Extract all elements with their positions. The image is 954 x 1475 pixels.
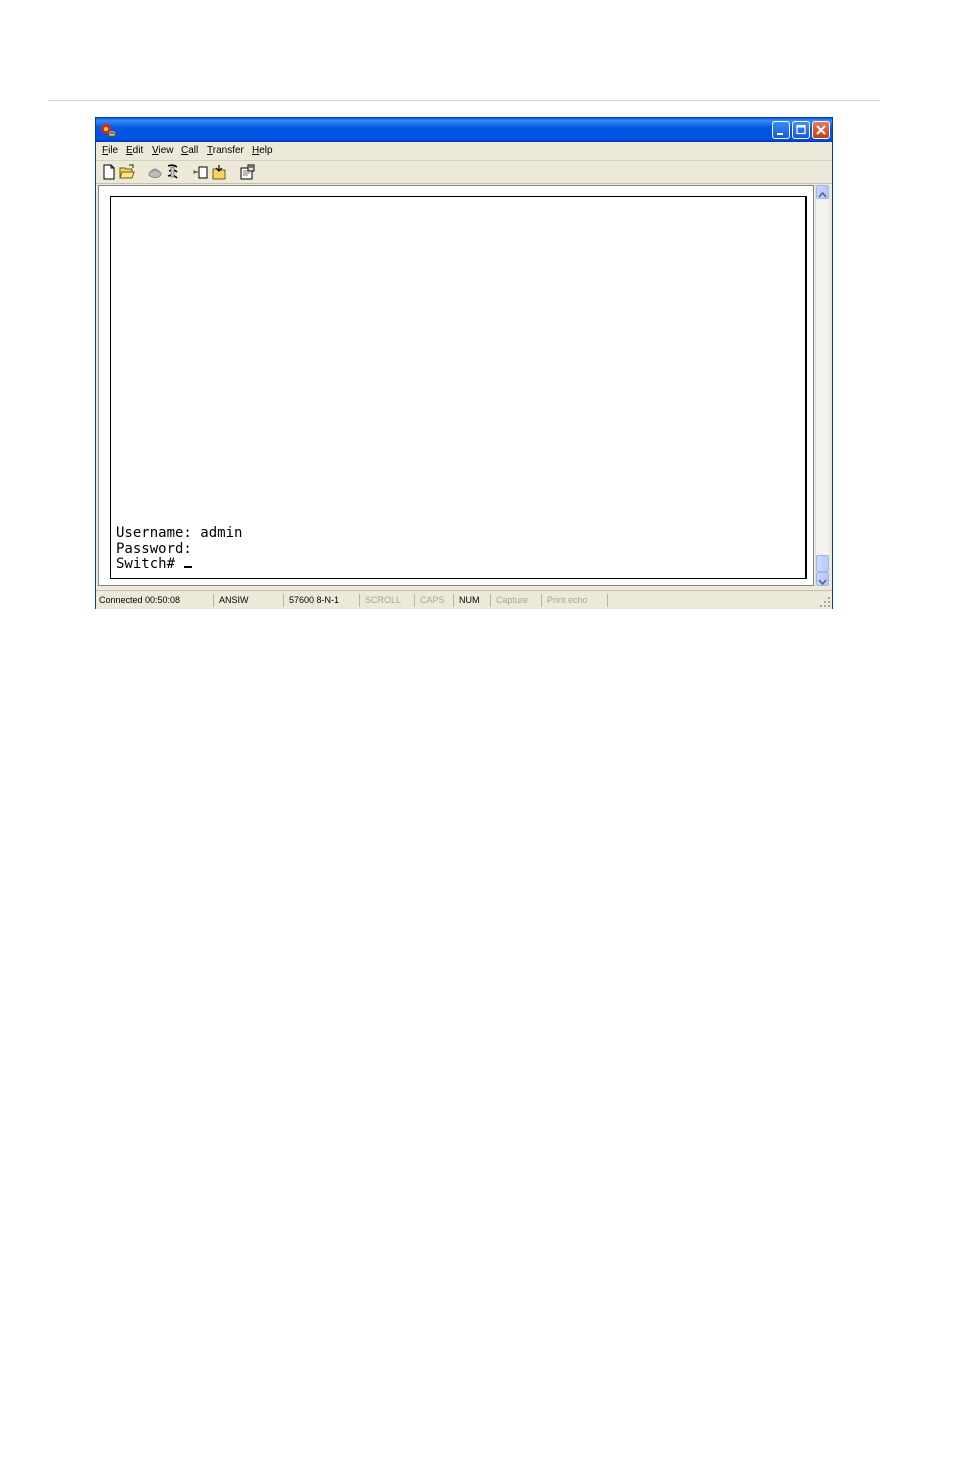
menu-file-label: ile (108, 145, 119, 156)
terminal-screen[interactable]: Username: admin Password: Switch# (110, 196, 807, 579)
menu-view[interactable]: View (152, 145, 174, 157)
hyperterminal-app-icon (101, 124, 116, 137)
status-capture: Capture (493, 594, 542, 607)
menu-edit[interactable]: Edit (126, 145, 143, 157)
chevron-up-icon (818, 191, 827, 198)
menu-transfer-label: ransfer (212, 145, 244, 156)
menu-call[interactable]: Call (181, 145, 198, 157)
status-num: NUM (456, 594, 491, 607)
terminal-line-prompt: Switch# (116, 556, 193, 572)
maximize-button[interactable] (792, 121, 810, 139)
terminal-prompt-text: Switch# (116, 556, 184, 572)
connect-icon[interactable] (147, 164, 163, 180)
menu-help[interactable]: Help (252, 145, 273, 157)
terminal-client-area[interactable]: Username: admin Password: Switch# (98, 185, 814, 586)
status-emulation: ANSIW (216, 594, 284, 607)
resize-grip-icon[interactable] (820, 597, 831, 608)
menu-help-label: elp (259, 145, 273, 156)
minimize-icon (777, 133, 783, 135)
toolbar (96, 161, 832, 184)
terminal-line-username: Username: admin (116, 525, 243, 541)
status-port-settings: 57600 8-N-1 (286, 594, 360, 607)
disconnect-icon[interactable] (165, 164, 181, 180)
scroll-up-button[interactable] (816, 185, 829, 199)
menu-call-label: all (188, 145, 199, 156)
open-icon[interactable] (119, 164, 135, 180)
status-print-echo: Print echo (544, 594, 608, 607)
menu-file[interactable]: File (102, 145, 118, 157)
menu-bar: File Edit View Call Transfer Help (96, 142, 832, 161)
menu-view-label: iew (158, 145, 174, 156)
chevron-down-icon (818, 579, 827, 586)
minimize-button[interactable] (772, 121, 790, 139)
status-scroll: SCROLL (362, 594, 415, 607)
status-bar: Connected 00:50:08 ANSIW 57600 8-N-1 SCR… (96, 590, 832, 609)
terminal-line-password: Password: (116, 541, 192, 557)
close-button[interactable] (812, 121, 830, 139)
status-connection-time: Connected 00:50:08 (96, 594, 214, 607)
menu-edit-accel: E (126, 145, 133, 156)
scroll-thumb[interactable] (816, 555, 829, 572)
properties-icon[interactable] (239, 164, 255, 180)
send-icon[interactable] (193, 164, 209, 180)
close-icon (816, 125, 826, 135)
menu-transfer[interactable]: Transfer (207, 145, 244, 157)
hyperterminal-window: File Edit View Call Transfer Help Userna… (95, 117, 833, 609)
page-divider (48, 100, 880, 101)
menu-edit-label: dit (132, 145, 144, 156)
maximize-icon (796, 124, 806, 135)
status-caps: CAPS (417, 594, 454, 607)
vertical-scrollbar[interactable] (815, 185, 829, 586)
receive-icon[interactable] (211, 164, 227, 180)
text-cursor (184, 566, 193, 568)
new-connection-icon[interactable] (101, 164, 117, 180)
scroll-down-button[interactable] (816, 572, 829, 586)
title-bar[interactable] (96, 118, 832, 142)
